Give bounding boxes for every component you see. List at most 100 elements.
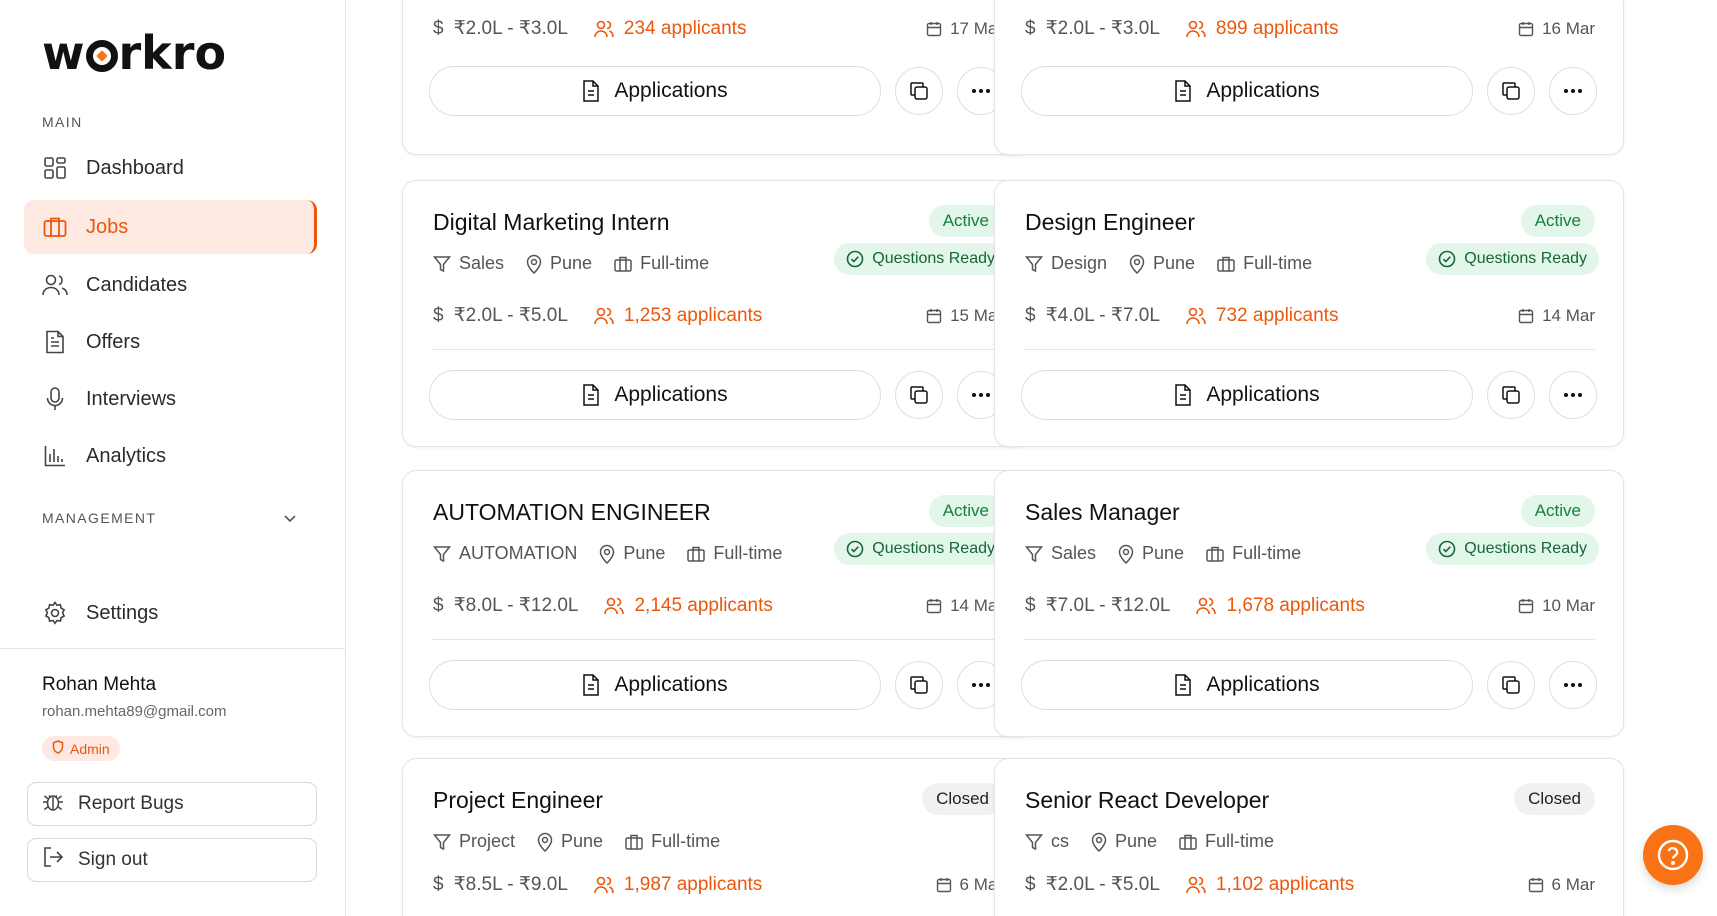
card-divider (1023, 349, 1595, 350)
applicants-count[interactable]: 234 applicants (594, 18, 746, 40)
calendar-icon (926, 21, 942, 36)
jobs-grid: $ ₹2.0L - ₹3.0L 234 applicants 17 Mar App… (347, 0, 1717, 916)
sidebar-item-candidates[interactable]: Candidates (24, 258, 317, 312)
job-card[interactable]: AUTOMATION ENGINEER Active AUTOMATION Pu… (402, 470, 1032, 737)
briefcase-icon (42, 214, 68, 240)
document-icon (583, 674, 600, 696)
job-title[interactable]: Digital Marketing Intern (433, 209, 670, 236)
job-card[interactable]: Sales Manager Active Sales Pune Full-tim… (994, 470, 1624, 737)
applications-button[interactable]: Applications (1021, 370, 1473, 420)
applications-button[interactable]: Applications (429, 660, 881, 710)
sidebar-item-settings[interactable]: Settings (24, 586, 317, 640)
status-badge: Active (1520, 205, 1595, 237)
questions-ready-badge: Questions Ready (1426, 533, 1599, 565)
more-horizontal-icon (1564, 89, 1582, 93)
copy-button[interactable] (895, 661, 943, 709)
copy-button[interactable] (895, 371, 943, 419)
applicants-count[interactable]: 1,253 applicants (594, 305, 762, 327)
report-bugs-button[interactable]: Report Bugs (27, 782, 317, 826)
applications-button[interactable]: Applications (1021, 66, 1473, 116)
calendar-icon (936, 877, 951, 892)
job-meta: Sales Pune Full-time (433, 253, 731, 274)
document-icon (1175, 80, 1192, 102)
map-pin-icon (1118, 544, 1134, 564)
role-label: Admin (70, 740, 110, 757)
filter-icon (433, 833, 451, 850)
more-options-button[interactable] (1549, 661, 1597, 709)
chevron-down-icon[interactable] (280, 508, 300, 528)
job-title[interactable]: Senior React Developer (1025, 787, 1269, 814)
job-card[interactable]: Design Engineer Active Design Pune Full-… (994, 180, 1624, 447)
document-icon (1175, 384, 1192, 406)
location-label: Pune (1142, 543, 1185, 563)
workro-logo[interactable]: w rkro (42, 26, 226, 80)
job-card[interactable]: Senior React Developer Closed cs Pune Fu… (994, 758, 1624, 916)
job-card[interactable]: Project Engineer Closed Project Pune Ful… (402, 758, 1032, 916)
sidebar-item-analytics[interactable]: Analytics (24, 429, 317, 483)
job-type-label: Full-time (1232, 543, 1302, 563)
location-label: Pune (623, 543, 666, 563)
users-icon (1186, 20, 1206, 37)
applicants-count[interactable]: 2,145 applicants (604, 595, 773, 617)
more-horizontal-icon (972, 393, 990, 397)
salary-range: $ ₹2.0L - ₹5.0L (1025, 873, 1160, 896)
copy-button[interactable] (895, 67, 943, 115)
filter-icon (433, 545, 451, 562)
location-label: Pune (1153, 253, 1196, 273)
job-title[interactable]: Project Engineer (433, 787, 603, 814)
dollar-icon: $ (1025, 304, 1036, 326)
users-icon (1186, 307, 1206, 324)
more-options-button[interactable] (1549, 67, 1597, 115)
briefcase-icon (625, 834, 643, 850)
job-meta: Sales Pune Full-time (1025, 543, 1323, 564)
sidebar-item-jobs[interactable]: Jobs (24, 200, 317, 254)
map-pin-icon (1091, 832, 1107, 852)
help-button[interactable] (1643, 825, 1703, 885)
job-type-label: Full-time (651, 831, 721, 851)
job-title[interactable]: Design Engineer (1025, 209, 1195, 236)
sidebar-item-label: Candidates (86, 273, 188, 296)
job-card[interactable]: $ ₹2.0L - ₹3.0L 234 applicants 17 Mar App… (402, 0, 1032, 155)
applicants-count[interactable]: 899 applicants (1186, 18, 1338, 40)
job-card[interactable]: Digital Marketing Intern Active Sales Pu… (402, 180, 1032, 447)
applications-button[interactable]: Applications (429, 370, 881, 420)
check-circle-icon (1438, 540, 1456, 558)
dollar-icon: $ (433, 304, 444, 326)
applicants-count[interactable]: 732 applicants (1186, 305, 1338, 327)
department-label: Project (459, 831, 516, 851)
applicants-count[interactable]: 1,102 applicants (1186, 874, 1354, 896)
job-type-label: Full-time (1243, 253, 1313, 273)
more-horizontal-icon (972, 683, 990, 687)
sidebar-item-interviews[interactable]: Interviews (24, 372, 317, 426)
applicants-count[interactable]: 1,987 applicants (594, 874, 762, 896)
card-divider (1023, 639, 1595, 640)
more-options-button[interactable] (1549, 371, 1597, 419)
job-meta: AUTOMATION Pune Full-time (433, 543, 804, 564)
dollar-icon: $ (1025, 873, 1036, 895)
salary-range: $ ₹8.0L - ₹12.0L (433, 594, 579, 617)
copy-button[interactable] (1487, 371, 1535, 419)
microphone-icon (42, 386, 68, 412)
sidebar-item-offers[interactable]: Offers (24, 315, 317, 369)
salary-range: $ ₹2.0L - ₹5.0L (433, 304, 568, 327)
copy-icon (1502, 82, 1520, 100)
sidebar-item-dashboard[interactable]: Dashboard (24, 141, 317, 195)
sign-out-button[interactable]: Sign out (27, 838, 317, 882)
applications-button[interactable]: Applications (429, 66, 881, 116)
posted-date: 10 Mar (1518, 596, 1595, 616)
job-card[interactable]: $ ₹2.0L - ₹3.0L 899 applicants 16 Mar App… (994, 0, 1624, 155)
copy-button[interactable] (1487, 67, 1535, 115)
salary-range: $ ₹4.0L - ₹7.0L (1025, 304, 1160, 327)
applicants-count[interactable]: 1,678 applicants (1196, 595, 1365, 617)
applications-button[interactable]: Applications (1021, 660, 1473, 710)
copy-button[interactable] (1487, 661, 1535, 709)
posted-date: 17 Mar (926, 19, 1003, 39)
location-label: Pune (1115, 831, 1158, 851)
help-circle-icon (1657, 839, 1689, 871)
card-divider (431, 349, 1003, 350)
job-title[interactable]: AUTOMATION ENGINEER (433, 499, 711, 526)
briefcase-icon (687, 546, 706, 562)
location-label: Pune (561, 831, 604, 851)
dollar-icon: $ (433, 594, 444, 616)
job-title[interactable]: Sales Manager (1025, 499, 1180, 526)
